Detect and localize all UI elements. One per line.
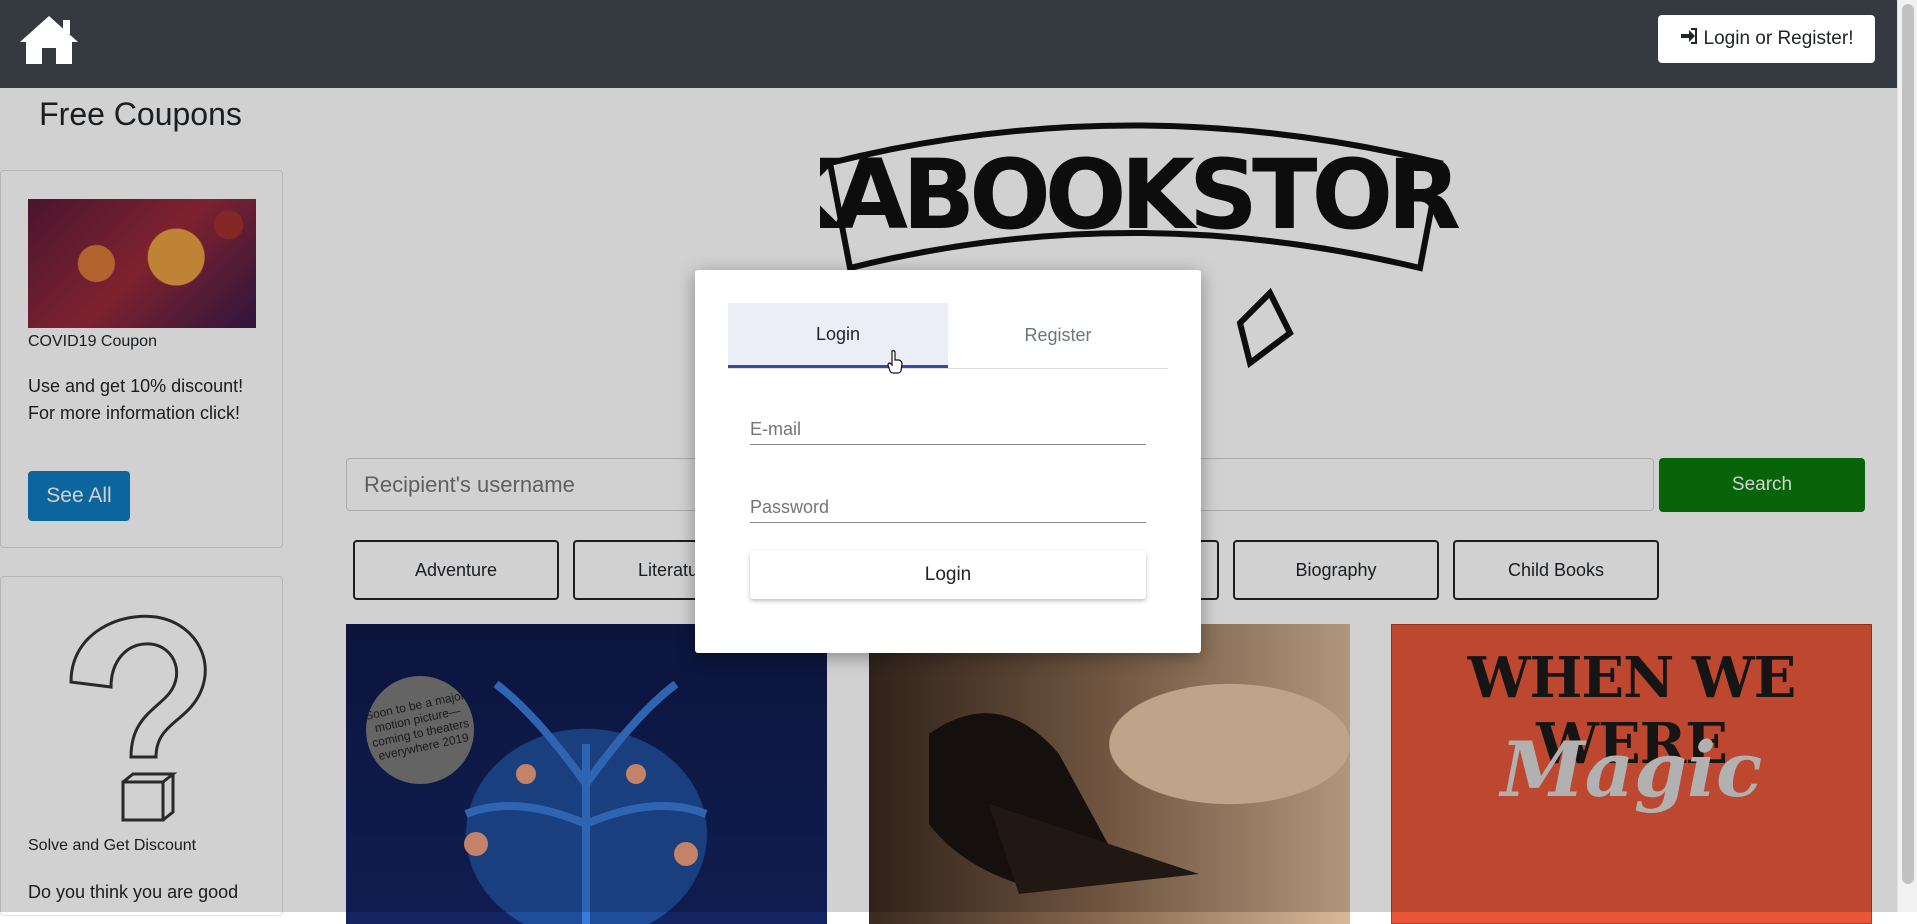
login-register-label: Login or Register! — [1703, 28, 1854, 49]
sign-in-icon — [1680, 28, 1698, 50]
page-scrollbar[interactable] — [1897, 0, 1917, 912]
tab-register[interactable]: Register — [948, 303, 1168, 368]
email-field[interactable] — [750, 405, 1146, 445]
login-submit-button[interactable]: Login — [750, 551, 1146, 599]
auth-tabs: Login Register — [728, 303, 1168, 369]
top-navbar: Login or Register! — [0, 0, 1897, 88]
hand-cursor-icon — [887, 350, 903, 374]
login-register-button[interactable]: Login or Register! — [1658, 15, 1875, 63]
home-icon[interactable] — [18, 14, 80, 66]
password-field[interactable] — [750, 483, 1146, 523]
tab-login[interactable]: Login — [728, 303, 948, 368]
login-modal: Login Register Login — [695, 270, 1201, 653]
